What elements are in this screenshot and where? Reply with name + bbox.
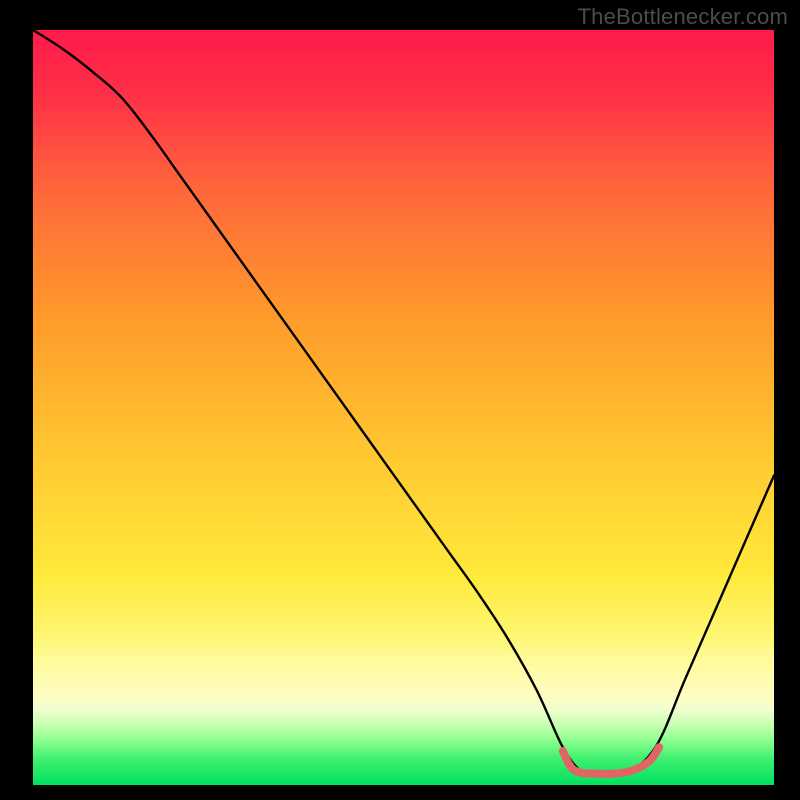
gradient-background <box>33 30 774 785</box>
watermark-text: TheBottlenecker.com <box>578 4 788 30</box>
chart-svg <box>33 30 774 785</box>
plot-area <box>33 30 774 785</box>
chart-frame: TheBottlenecker.com <box>0 0 800 800</box>
